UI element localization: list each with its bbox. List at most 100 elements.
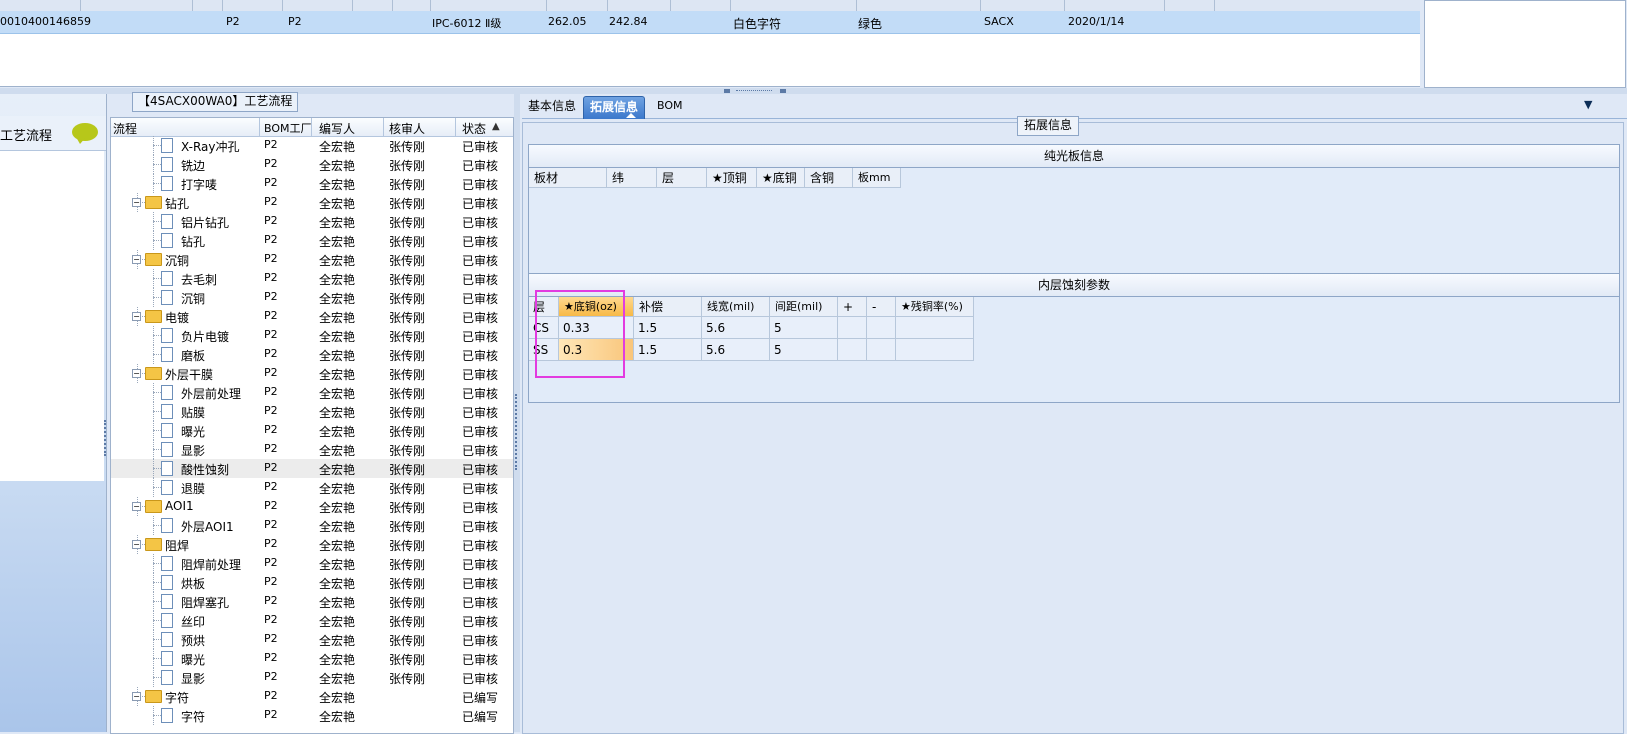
process-tree-row[interactable]: − 外层干膜 P2 全宏艳 张传刚 已审核 [111, 364, 513, 383]
process-tree-row[interactable]: 显影 P2 全宏艳 张传刚 已审核 [111, 440, 513, 459]
process-tree-row[interactable]: − 阻焊 P2 全宏艳 张传刚 已审核 [111, 535, 513, 554]
col-header-reviewer[interactable]: 核审人 [389, 120, 425, 137]
tree-connector-branch [153, 240, 161, 241]
process-tree-row[interactable]: 预烘 P2 全宏艳 张传刚 已审核 [111, 630, 513, 649]
collapse-node-icon[interactable]: − [132, 540, 141, 549]
tab-dropdown-icon[interactable]: ▼ [1584, 98, 1592, 111]
collapse-node-icon[interactable]: − [132, 312, 141, 321]
reviewer-name: 张传刚 [389, 292, 426, 306]
reviewer-name: 张传刚 [389, 387, 426, 401]
status-text: 已审核 [462, 558, 499, 572]
etch-row-cs-line-width[interactable]: 5.6 [702, 317, 770, 339]
folder-icon [145, 690, 162, 703]
process-tree-row[interactable]: − 电镀 P2 全宏艳 张传刚 已审核 [111, 307, 513, 326]
scroll-up-arrow-icon[interactable]: ▲ [492, 121, 500, 132]
process-tree-row[interactable]: 阻焊塞孔 P2 全宏艳 张传刚 已审核 [111, 592, 513, 611]
collapse-node-icon[interactable]: − [132, 502, 141, 511]
etch-row-cs-residual[interactable] [896, 317, 974, 339]
process-name: 磨板 [181, 349, 206, 363]
collapse-node-icon[interactable]: − [132, 198, 141, 207]
process-tree-row[interactable]: 丝印 P2 全宏艳 张传刚 已审核 [111, 611, 513, 630]
process-tree-row[interactable]: X-Ray冲孔 P2 全宏艳 张传刚 已审核 [111, 136, 513, 155]
top-grid-row-selected[interactable]: 0010400146859 P2 P2 IPC-6012 Ⅱ级 262.05 2… [0, 0, 1420, 34]
process-tree-row[interactable]: 去毛刺 P2 全宏艳 张传刚 已审核 [111, 269, 513, 288]
process-tree-row[interactable]: 曝光 P2 全宏艳 张传刚 已审核 [111, 421, 513, 440]
etch-row-cs-minus[interactable] [867, 317, 896, 339]
tree-connector-branch [153, 715, 161, 716]
folder-icon [145, 500, 162, 513]
process-tree-row[interactable]: 铝片钻孔 P2 全宏艳 张传刚 已审核 [111, 212, 513, 231]
cell-date: 2020/1/14 [1068, 15, 1125, 28]
bom-factory: P2 [264, 575, 278, 588]
process-tree-row[interactable]: − 沉铜 P2 全宏艳 张传刚 已审核 [111, 250, 513, 269]
process-tree-row[interactable]: 打字唛 P2 全宏艳 张传刚 已审核 [111, 174, 513, 193]
etch-row-ss-minus[interactable] [867, 339, 896, 361]
process-tree-row[interactable]: 烘板 P2 全宏艳 张传刚 已审核 [111, 573, 513, 592]
col-header-layer[interactable]: 层 [657, 168, 707, 188]
process-tree-row[interactable]: 铣边 P2 全宏艳 张传刚 已审核 [111, 155, 513, 174]
process-tree-row[interactable]: − 钻孔 P2 全宏艳 张传刚 已审核 [111, 193, 513, 212]
reviewer-name: 张传刚 [389, 653, 426, 667]
col-header-board-mm[interactable]: 板mm [853, 168, 901, 188]
folder-icon [145, 538, 162, 551]
etch-row-ss-line-width[interactable]: 5.6 [702, 339, 770, 361]
process-name: 烘板 [181, 577, 206, 591]
process-tree-row[interactable]: 酸性蚀刻 P2 全宏艳 张传刚 已审核 [111, 459, 513, 478]
col-header-line-width[interactable]: 线宽(mil) [702, 297, 770, 317]
process-tree-row[interactable]: 外层AOI1 P2 全宏艳 张传刚 已审核 [111, 516, 513, 535]
process-tree-row[interactable]: 退膜 P2 全宏艳 张传刚 已审核 [111, 478, 513, 497]
etch-row-ss-spacing[interactable]: 5 [770, 339, 838, 361]
status-text: 已审核 [462, 273, 499, 287]
etch-row-cs-compensation[interactable]: 1.5 [634, 317, 702, 339]
col-header-process[interactable]: 流程 [113, 120, 137, 137]
process-tree-row[interactable]: 贴膜 P2 全宏艳 张传刚 已审核 [111, 402, 513, 421]
tab-bom[interactable]: BOM [651, 96, 689, 118]
col-header-writer[interactable]: 编写人 [319, 120, 355, 137]
writer-name: 全宏艳 [319, 463, 356, 477]
process-tree-row[interactable]: 显影 P2 全宏艳 张传刚 已审核 [111, 668, 513, 687]
col-header-board-material[interactable]: 板材 [529, 168, 607, 188]
status-text: 已审核 [462, 482, 499, 496]
etch-row-ss-residual[interactable] [896, 339, 974, 361]
bom-factory: P2 [264, 537, 278, 550]
document-icon [161, 442, 173, 457]
process-tree-row[interactable]: 曝光 P2 全宏艳 张传刚 已审核 [111, 649, 513, 668]
col-header-residual-copper[interactable]: ★残铜率(%) [896, 297, 974, 317]
col-header-weft[interactable]: 纬 [607, 168, 657, 188]
col-header-bottom-copper[interactable]: ★底铜 [757, 168, 805, 188]
tree-connector-branch [153, 392, 161, 393]
bom-factory: P2 [264, 708, 278, 721]
vertical-splitter[interactable] [514, 94, 520, 732]
etch-row-cs-plus[interactable] [838, 317, 867, 339]
process-tree-row[interactable]: 钻孔 P2 全宏艳 张传刚 已审核 [111, 231, 513, 250]
bom-factory: P2 [264, 366, 278, 379]
reviewer-name: 张传刚 [389, 596, 426, 610]
document-icon [161, 594, 173, 609]
process-tree-row[interactable]: 负片电镀 P2 全宏艳 张传刚 已审核 [111, 326, 513, 345]
col-header-bom-factory[interactable]: BOM工厂 [264, 120, 312, 136]
etch-row-ss-compensation[interactable]: 1.5 [634, 339, 702, 361]
process-tree-row[interactable]: 沉铜 P2 全宏艳 张传刚 已审核 [111, 288, 513, 307]
col-header-plus[interactable]: + [838, 297, 867, 317]
writer-name: 全宏艳 [319, 615, 356, 629]
col-header-top-copper[interactable]: ★顶铜 [707, 168, 757, 188]
col-header-copper-included[interactable]: 含铜 [805, 168, 853, 188]
process-tree-row[interactable]: 字符 P2 全宏艳 已编写 [111, 706, 513, 725]
col-header-spacing[interactable]: 间距(mil) [770, 297, 838, 317]
process-tree-row[interactable]: 外层前处理 P2 全宏艳 张传刚 已审核 [111, 383, 513, 402]
collapse-node-icon[interactable]: − [132, 255, 141, 264]
process-tree-row[interactable]: 磨板 P2 全宏艳 张传刚 已审核 [111, 345, 513, 364]
col-header-compensation[interactable]: 补偿 [634, 297, 702, 317]
process-tree-row[interactable]: − AOI1 P2 全宏艳 张传刚 已审核 [111, 497, 513, 516]
process-tree-row[interactable]: − 字符 P2 全宏艳 已编写 [111, 687, 513, 706]
etch-row-ss-plus[interactable] [838, 339, 867, 361]
collapse-node-icon[interactable]: − [132, 692, 141, 701]
etch-row-cs-spacing[interactable]: 5 [770, 317, 838, 339]
collapse-node-icon[interactable]: − [132, 369, 141, 378]
process-tree-row[interactable]: 阻焊前处理 P2 全宏艳 张传刚 已审核 [111, 554, 513, 573]
col-header-status[interactable]: 状态 [462, 120, 486, 137]
tab-basic-info[interactable]: 基本信息 [522, 96, 582, 118]
status-text: 已审核 [462, 425, 499, 439]
col-header-minus[interactable]: - [867, 297, 896, 317]
status-text: 已审核 [462, 596, 499, 610]
